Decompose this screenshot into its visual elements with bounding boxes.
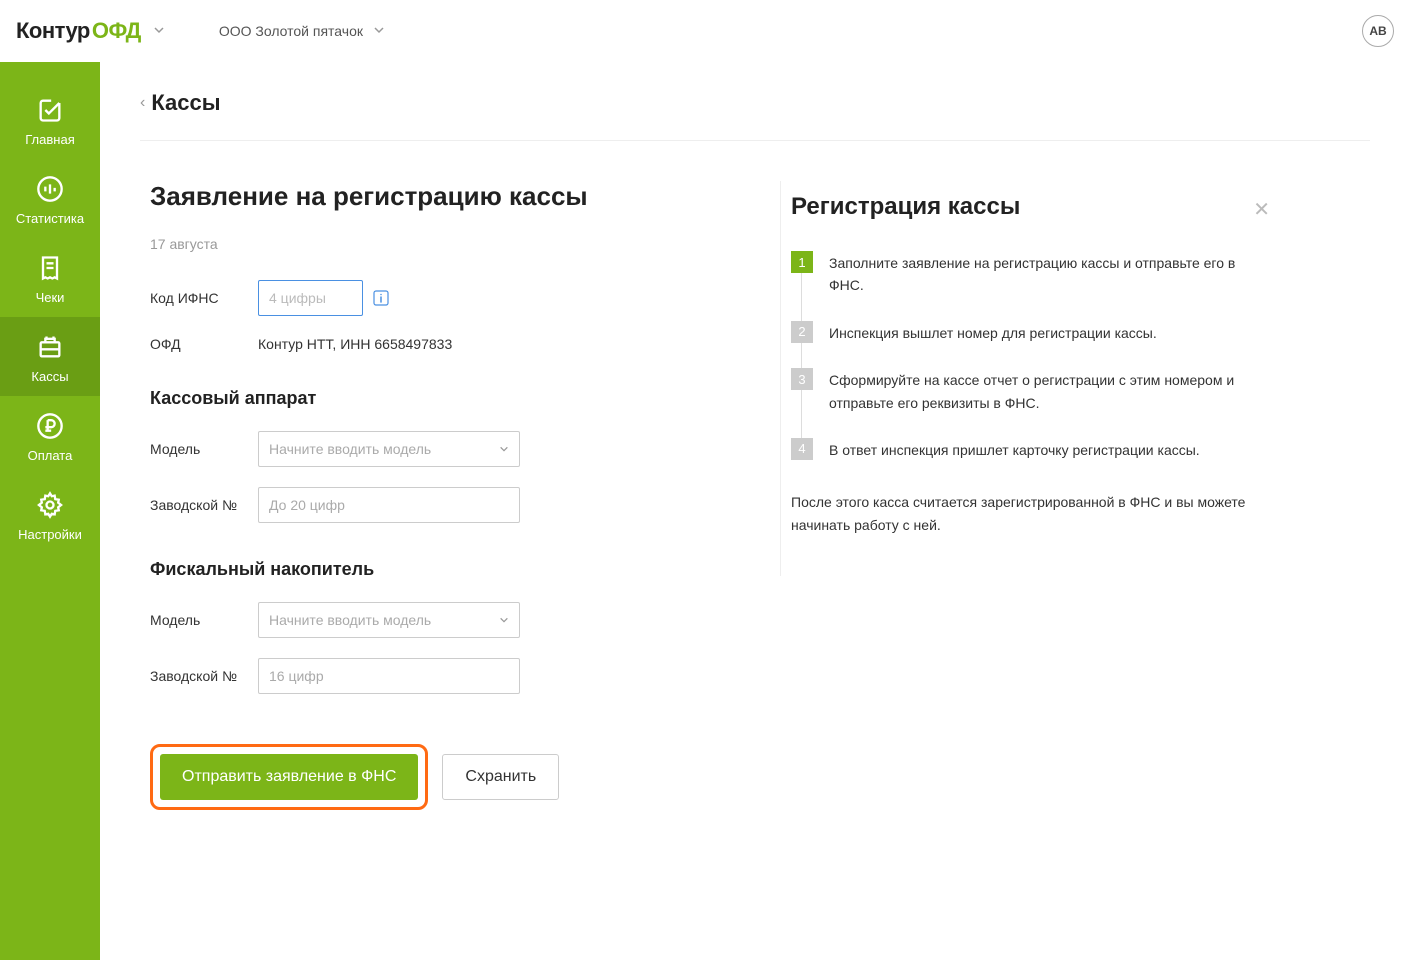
- fiscal-serial-label: Заводской №: [150, 668, 258, 684]
- ifns-input[interactable]: [258, 280, 363, 316]
- gear-icon: [34, 489, 66, 521]
- info-panel: ✕ Регистрация кассы 1 Заполните заявлени…: [780, 181, 1280, 576]
- sidebar-item-payment[interactable]: Оплата: [0, 396, 100, 475]
- save-button[interactable]: Схранить: [442, 754, 559, 800]
- logo-kontur: Контур: [16, 18, 90, 44]
- sidebar-item-label: Статистика: [16, 211, 84, 226]
- receipt-icon: [34, 252, 66, 284]
- ofd-label: ОФД: [150, 336, 258, 352]
- select-placeholder: Начните вводить модель: [269, 612, 431, 628]
- section-kassa-title: Кассовый аппарат: [150, 388, 740, 409]
- highlight-annotation: Отправить заявление в ФНС: [150, 744, 428, 810]
- step-1: 1 Заполните заявление на регистрацию кас…: [791, 251, 1254, 297]
- check-square-icon: [34, 94, 66, 126]
- sidebar-item-stats[interactable]: Статистика: [0, 159, 100, 238]
- form-date: 17 августа: [150, 236, 740, 252]
- fiscal-serial-input[interactable]: [258, 658, 520, 694]
- step-number: 1: [791, 251, 813, 273]
- sidebar-item-kassy[interactable]: Кассы: [0, 317, 100, 396]
- sidebar-item-label: Настройки: [18, 527, 82, 542]
- section-fiscal-title: Фискальный накопитель: [150, 559, 740, 580]
- ofd-value: Контур НТТ, ИНН 6658497833: [258, 336, 452, 352]
- sidebar-item-label: Чеки: [36, 290, 65, 305]
- logo[interactable]: Контур ОФД: [16, 18, 141, 44]
- sidebar: Главная Статистика Чеки Кассы Оплата: [0, 62, 100, 960]
- header: Контур ОФД ООО Золотой пятачок АВ: [0, 0, 1418, 62]
- main-content: ‹ Кассы Заявление на регистрацию кассы 1…: [100, 62, 1418, 960]
- sidebar-item-label: Оплата: [28, 448, 73, 463]
- sidebar-item-settings[interactable]: Настройки: [0, 475, 100, 554]
- sidebar-item-receipts[interactable]: Чеки: [0, 238, 100, 317]
- company-selector[interactable]: ООО Золотой пятачок: [219, 23, 385, 39]
- info-title: Регистрация кассы: [791, 193, 1254, 221]
- sidebar-item-label: Кассы: [31, 369, 68, 384]
- kassa-model-label: Модель: [150, 441, 258, 457]
- ruble-icon: [34, 410, 66, 442]
- info-footer: После этого касса считается зарегистриро…: [791, 491, 1254, 536]
- breadcrumb-title: Кассы: [151, 90, 220, 116]
- chevron-left-icon: ‹: [140, 94, 145, 112]
- step-text: В ответ инспекция пришлет карточку регис…: [829, 438, 1200, 461]
- chevron-down-icon: [499, 612, 509, 628]
- info-icon[interactable]: [373, 290, 389, 306]
- chevron-down-icon: [499, 441, 509, 457]
- step-4: 4 В ответ инспекция пришлет карточку рег…: [791, 438, 1254, 461]
- step-text: Сформируйте на кассе отчет о регистрации…: [829, 368, 1254, 414]
- sidebar-item-label: Главная: [25, 132, 74, 147]
- kassa-serial-input[interactable]: [258, 487, 520, 523]
- step-text: Инспекция вышлет номер для регистрации к…: [829, 321, 1157, 344]
- form-panel: Заявление на регистрацию кассы 17 август…: [140, 181, 740, 810]
- chart-icon: [34, 173, 66, 205]
- step-number: 2: [791, 321, 813, 343]
- breadcrumb[interactable]: ‹ Кассы: [140, 90, 1370, 116]
- step-number: 4: [791, 438, 813, 460]
- company-name: ООО Золотой пятачок: [219, 23, 363, 39]
- avatar[interactable]: АВ: [1362, 15, 1394, 47]
- step-3: 3 Сформируйте на кассе отчет о регистрац…: [791, 368, 1254, 414]
- submit-button[interactable]: Отправить заявление в ФНС: [160, 754, 418, 800]
- register-icon: [34, 331, 66, 363]
- close-icon[interactable]: ✕: [1253, 197, 1270, 222]
- ifns-label: Код ИФНС: [150, 290, 258, 306]
- kassa-model-select[interactable]: Начните вводить модель: [258, 431, 520, 467]
- select-placeholder: Начните вводить модель: [269, 441, 431, 457]
- chevron-down-icon: [373, 23, 385, 39]
- step-text: Заполните заявление на регистрацию кассы…: [829, 251, 1254, 297]
- product-switcher-chevron-icon[interactable]: [153, 23, 165, 39]
- form-title: Заявление на регистрацию кассы: [150, 181, 740, 212]
- fiscal-model-select[interactable]: Начните вводить модель: [258, 602, 520, 638]
- fiscal-model-label: Модель: [150, 612, 258, 628]
- step-number: 3: [791, 368, 813, 390]
- logo-ofd: ОФД: [92, 18, 141, 44]
- sidebar-item-home[interactable]: Главная: [0, 80, 100, 159]
- kassa-serial-label: Заводской №: [150, 497, 258, 513]
- step-2: 2 Инспекция вышлет номер для регистрации…: [791, 321, 1254, 344]
